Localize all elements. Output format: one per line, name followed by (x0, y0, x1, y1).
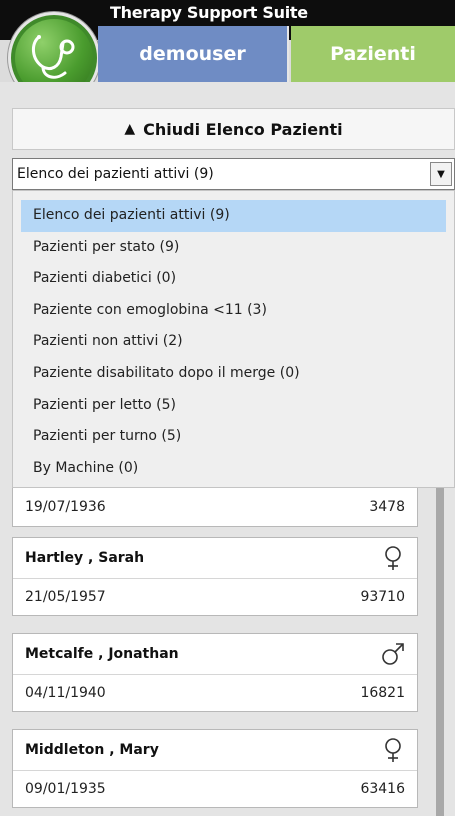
patient-card[interactable]: Metcalfe , Jonathan 04/11/1940 16821 (12, 633, 418, 712)
select-value: Elenco dei pazienti attivi (9) (17, 166, 214, 182)
patient-card-header: Hartley , Sarah (13, 538, 417, 579)
patient-list-select[interactable]: Elenco dei pazienti attivi (9) ▼ (12, 158, 455, 190)
eject-icon: ▲ (124, 121, 136, 137)
dropdown-option[interactable]: Pazienti per letto (5) (21, 390, 446, 422)
patient-id: 3478 (369, 499, 405, 515)
patient-card-details: 21/05/1957 93710 (13, 579, 417, 615)
scrollbar[interactable] (436, 488, 444, 816)
dropdown-option[interactable]: Pazienti non attivi (2) (21, 326, 446, 358)
patient-name: Metcalfe , Jonathan (25, 646, 179, 662)
patient-card[interactable]: Middleton , Mary 09/01/1935 63416 (12, 729, 418, 808)
female-icon (385, 738, 401, 762)
app-title: Therapy Support Suite (110, 3, 308, 22)
patient-id: 93710 (360, 589, 405, 605)
close-patient-list-button[interactable]: ▲ Chiudi Elenco Pazienti (12, 108, 455, 150)
female-icon (385, 546, 401, 570)
patient-name: Hartley , Sarah (25, 550, 145, 566)
patient-card-header: Metcalfe , Jonathan (13, 634, 417, 675)
tab-user[interactable]: demouser (98, 26, 289, 82)
stethoscope-icon (32, 35, 75, 79)
patient-name: Middleton , Mary (25, 742, 159, 758)
patient-card-details: 04/11/1940 16821 (13, 675, 417, 711)
dropdown-option[interactable]: Pazienti per turno (5) (21, 421, 446, 453)
patient-birthdate: 09/01/1935 (25, 781, 106, 797)
dropdown-option[interactable]: Paziente con emoglobina <11 (3) (21, 295, 446, 327)
patient-birthdate: 04/11/1940 (25, 685, 106, 701)
patient-birthdate: 19/07/1936 (25, 499, 106, 515)
patient-id: 63416 (360, 781, 405, 797)
dropdown-option[interactable]: Pazienti diabetici (0) (21, 263, 446, 295)
dropdown-option[interactable]: Pazienti per stato (9) (21, 232, 446, 264)
patient-card[interactable]: 19/07/1936 3478 (12, 488, 418, 527)
patient-card-header: Middleton , Mary (13, 730, 417, 771)
dropdown-option[interactable]: By Machine (0) (21, 453, 446, 485)
male-icon (382, 643, 404, 665)
patient-birthdate: 21/05/1957 (25, 589, 106, 605)
dropdown-option[interactable]: Elenco dei pazienti attivi (9) (21, 200, 446, 232)
patient-card-details: 09/01/1935 63416 (13, 771, 417, 807)
patient-card[interactable]: Hartley , Sarah 21/05/1957 93710 (12, 537, 418, 616)
tab-patients[interactable]: Pazienti (291, 26, 455, 82)
patient-id: 16821 (360, 685, 405, 701)
dropdown-option[interactable]: Paziente disabilitato dopo il merge (0) (21, 358, 446, 390)
close-button-label: Chiudi Elenco Pazienti (143, 119, 343, 139)
dropdown-arrow-icon[interactable]: ▼ (430, 162, 452, 186)
patient-list-dropdown: Elenco dei pazienti attivi (9) Pazienti … (12, 190, 455, 488)
